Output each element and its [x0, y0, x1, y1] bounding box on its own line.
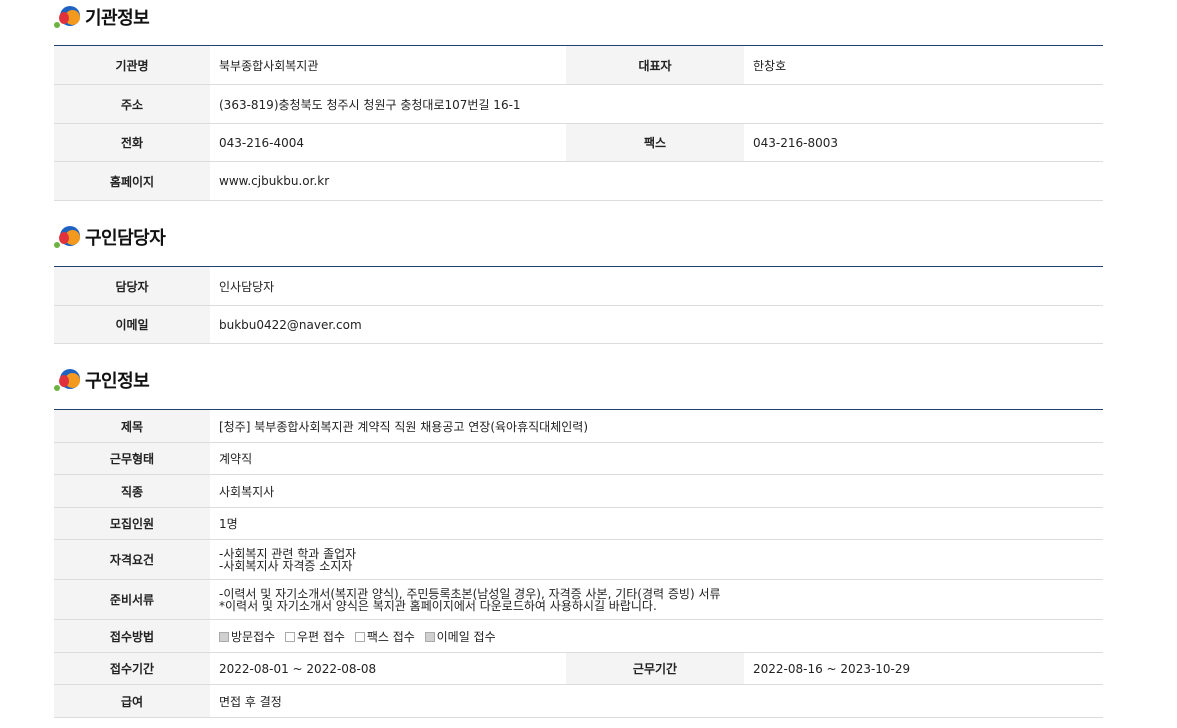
- contact-email-label: 이메일: [54, 305, 210, 344]
- org-name-label: 기관명: [54, 45, 210, 85]
- table-row: 홈페이지 www.cjbukbu.or.kr: [54, 161, 1103, 201]
- checkbox-checked-icon[interactable]: [219, 631, 229, 642]
- table-row: 제목 [청주] 북부종합사회복지관 계약직 직원 채용공고 연장(육아휴직대체인…: [54, 409, 1103, 443]
- job-work-period-label: 근무기간: [566, 652, 744, 685]
- table-row: 급여 면접 후 결정: [54, 684, 1103, 718]
- job-docs-label: 준비서류: [54, 579, 210, 620]
- job-count-label: 모집인원: [54, 507, 210, 540]
- org-home-value: www.cjbukbu.or.kr: [210, 161, 1103, 201]
- contact-person-label: 담당자: [54, 266, 210, 306]
- job-qual-value: -사회복지 관련 학과 졸업자 -사회복지사 자격증 소지자: [210, 539, 1103, 580]
- table-row: 주소 (363-819)충청북도 청주시 청원구 충청대로107번길 16-1: [54, 84, 1103, 124]
- table-row: 접수기간 2022-08-01 ~ 2022-08-08 근무기간 2022-0…: [54, 652, 1103, 685]
- org-rep-label: 대표자: [566, 45, 744, 85]
- job-method-label: 접수방법: [54, 619, 210, 653]
- job-qual-line: -사회복지 관련 학과 졸업자: [219, 546, 357, 561]
- org-phone-value: 043-216-4004: [210, 123, 566, 162]
- checkbox-unchecked-icon[interactable]: [285, 631, 295, 642]
- method-mail-option[interactable]: 우편 접수: [285, 630, 345, 644]
- org-rep-value: 한창호: [744, 45, 1103, 85]
- job-docs-line: -이력서 및 자기소개서(복지관 양식), 주민등록초본(남성일 경우), 자격…: [219, 586, 721, 601]
- method-mail-label: 우편 접수: [297, 629, 345, 644]
- job-period-label: 접수기간: [54, 652, 210, 685]
- section-org-title: 기관정보: [54, 2, 150, 32]
- table-row: 이메일 bukbu0422@naver.com: [54, 305, 1103, 344]
- bullet-logo-icon: [54, 367, 82, 393]
- table-row: 접수방법 방문접수 우편 접수 팩스 접수 이메일 접수: [54, 619, 1103, 653]
- job-info-table: 제목 [청주] 북부종합사회복지관 계약직 직원 채용공고 연장(육아휴직대체인…: [54, 409, 1103, 718]
- checkbox-unchecked-icon[interactable]: [354, 631, 365, 642]
- job-method-value: 방문접수 우편 접수 팩스 접수 이메일 접수: [210, 619, 1103, 653]
- job-docs-value: -이력서 및 자기소개서(복지관 양식), 주민등록초본(남성일 경우), 자격…: [210, 579, 1103, 620]
- job-field-label: 직종: [54, 474, 210, 508]
- org-info-table: 기관명 북부종합사회복지관 대표자 한창호 주소 (363-819)충청북도 청…: [54, 45, 1103, 201]
- org-home-label: 홈페이지: [54, 161, 210, 201]
- section-heading: 구인담당자: [85, 228, 166, 249]
- table-row: 모집인원 1명: [54, 507, 1103, 540]
- table-row: 준비서류 -이력서 및 자기소개서(복지관 양식), 주민등록초본(남성일 경우…: [54, 579, 1103, 620]
- bullet-logo-icon: [54, 224, 82, 250]
- job-subject-value: [청주] 북부종합사회복지관 계약직 직원 채용공고 연장(육아휴직대체인력): [210, 409, 1103, 443]
- org-addr-label: 주소: [54, 84, 210, 124]
- org-addr-value: (363-819)충청북도 청주시 청원구 충청대로107번길 16-1: [210, 84, 1103, 124]
- method-fax-option[interactable]: 팩스 접수: [354, 629, 415, 644]
- method-email-option[interactable]: 이메일 접수: [424, 629, 496, 644]
- method-visit-option[interactable]: 방문접수: [219, 630, 275, 644]
- method-visit-label: 방문접수: [231, 629, 276, 644]
- method-email-label: 이메일 접수: [436, 629, 496, 644]
- org-fax-value: 043-216-8003: [744, 123, 1103, 162]
- contact-person-value: 인사담당자: [210, 266, 1103, 306]
- job-field-value: 사회복지사: [210, 474, 1103, 508]
- table-row: 담당자 인사담당자: [54, 266, 1103, 306]
- job-salary-value: 면접 후 결정: [210, 684, 1103, 718]
- job-qual-label: 자격요건: [54, 539, 210, 580]
- section-contact-title: 구인담당자: [54, 222, 166, 252]
- table-row: 기관명 북부종합사회복지관 대표자 한창호: [54, 45, 1103, 85]
- job-docs-line: *이력서 및 자기소개서 양식은 복지관 홈페이지에서 다운로드하여 사용하시길…: [219, 598, 657, 613]
- job-count-value: 1명: [210, 507, 1103, 540]
- section-heading: 구인정보: [85, 371, 150, 392]
- section-job-title: 구인정보: [54, 365, 150, 395]
- table-row: 직종 사회복지사: [54, 474, 1103, 508]
- bullet-logo-icon: [54, 4, 82, 30]
- org-name-value: 북부종합사회복지관: [210, 45, 566, 85]
- job-subject-label: 제목: [54, 409, 210, 443]
- contact-info-table: 담당자 인사담당자 이메일 bukbu0422@naver.com: [54, 266, 1103, 344]
- table-row: 자격요건 -사회복지 관련 학과 졸업자 -사회복지사 자격증 소지자: [54, 539, 1103, 580]
- section-heading: 기관정보: [85, 8, 150, 29]
- method-fax-label: 팩스 접수: [366, 629, 415, 644]
- job-salary-label: 급여: [54, 684, 210, 718]
- contact-email-value: bukbu0422@naver.com: [210, 305, 1103, 344]
- org-phone-label: 전화: [54, 123, 210, 162]
- job-type-value: 계약직: [210, 442, 1103, 475]
- job-type-label: 근무형태: [54, 442, 210, 475]
- org-fax-label: 팩스: [566, 123, 744, 162]
- job-qual-line: -사회복지사 자격증 소지자: [219, 558, 353, 573]
- job-period-value: 2022-08-01 ~ 2022-08-08: [210, 652, 566, 685]
- table-row: 근무형태 계약직: [54, 442, 1103, 475]
- table-row: 전화 043-216-4004 팩스 043-216-8003: [54, 123, 1103, 162]
- checkbox-checked-icon[interactable]: [424, 631, 435, 642]
- job-work-period-value: 2022-08-16 ~ 2023-10-29: [744, 652, 1103, 685]
